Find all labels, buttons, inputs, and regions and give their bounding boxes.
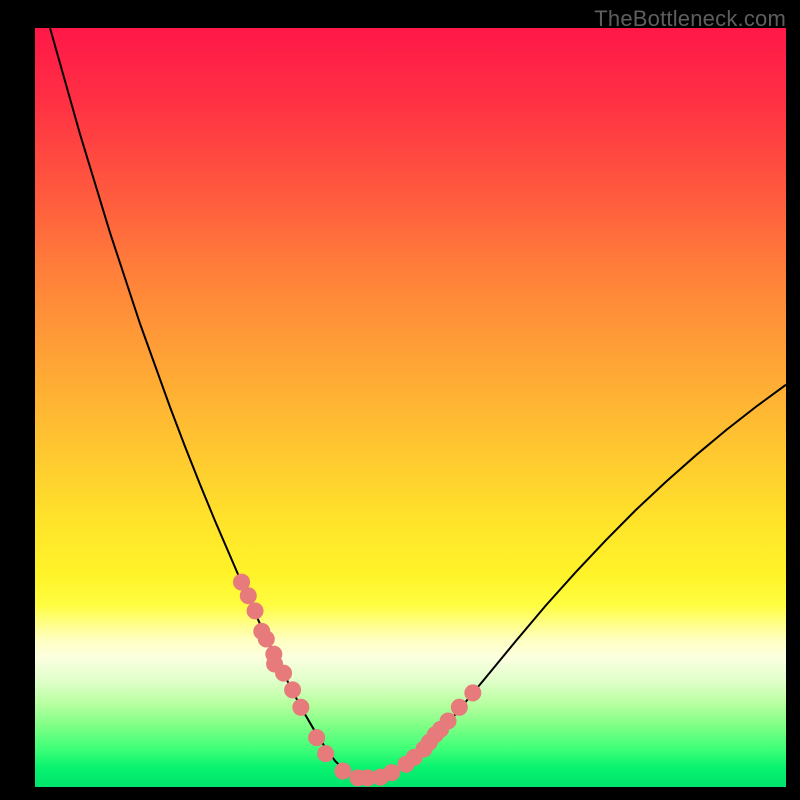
curve-markers [234, 574, 481, 786]
marker-dot [384, 765, 400, 781]
marker-dot [240, 588, 256, 604]
marker-dot [318, 746, 334, 762]
marker-dot [465, 685, 481, 701]
marker-dot [293, 699, 309, 715]
marker-dot [335, 763, 351, 779]
marker-dot [309, 730, 325, 746]
curve-layer [35, 28, 786, 787]
bottleneck-curve [50, 28, 786, 778]
chart-stage: TheBottleneck.com [0, 0, 800, 800]
marker-dot [451, 699, 467, 715]
watermark-text: TheBottleneck.com [594, 6, 786, 32]
marker-dot [247, 603, 263, 619]
marker-dot [276, 665, 292, 681]
marker-dot [440, 713, 456, 729]
marker-dot [258, 631, 274, 647]
marker-dot [285, 682, 301, 698]
